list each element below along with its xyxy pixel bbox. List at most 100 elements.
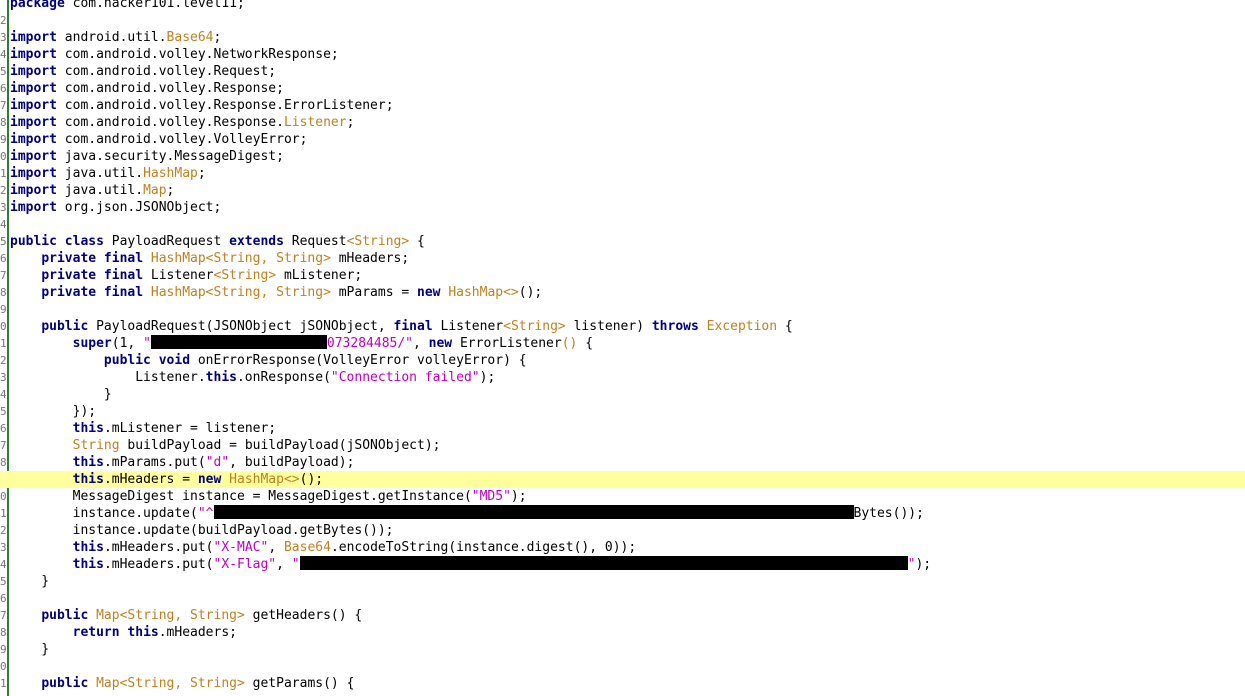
- line-number: 3: [0, 31, 6, 44]
- code-token: mParams =: [330, 285, 417, 300]
- code-line[interactable]: 8 import com.android.volley.Response.List…: [0, 114, 1245, 131]
- code-line[interactable]: 4 }: [0, 386, 1245, 403]
- code-line[interactable]: 6 import com.android.volley.Response;: [0, 80, 1245, 97]
- code-token: "Connection failed": [330, 370, 480, 385]
- line-number: 3: [0, 541, 6, 554]
- code-line[interactable]: package com.hacker101.level11;: [10, 0, 1245, 12]
- code-token: Listener: [143, 268, 214, 283]
- code-line[interactable]: 4 import com.android.volley.NetworkRespon…: [0, 46, 1245, 63]
- code-line[interactable]: 9 import com.android.volley.VolleyError;: [0, 131, 1245, 148]
- code-line[interactable]: 0: [0, 658, 1245, 675]
- redacted-text: [150, 335, 327, 349]
- code-token: Base64: [166, 30, 214, 45]
- code-token: getHeaders() {: [244, 608, 363, 623]
- code-token: <String>: [346, 234, 410, 249]
- line-number: 1: [0, 337, 6, 350]
- code-token: Map: [143, 183, 167, 198]
- code-line[interactable]: 5 import com.android.volley.Request;: [0, 63, 1245, 80]
- code-line[interactable]: 2: [0, 12, 1245, 29]
- code-token: this: [205, 370, 237, 385]
- code-line[interactable]: 6 this.mListener = listener;: [0, 420, 1245, 437]
- code-line[interactable]: 0 public PayloadRequest(JSONObject jSONO…: [0, 318, 1245, 335]
- code-line[interactable]: 3 Listener.this.onResponse("Connection f…: [0, 369, 1245, 386]
- code-token: ,: [276, 557, 292, 572]
- code-token: org.json.JSONObject;: [56, 200, 222, 215]
- code-line[interactable]: 7 public Map<String, String> getHeaders(…: [0, 607, 1245, 624]
- code-line[interactable]: 3 import org.json.JSONObject;: [0, 199, 1245, 216]
- redacted-text: [299, 556, 908, 570]
- code-token: ": [291, 557, 300, 572]
- code-line[interactable]: 5 });: [0, 403, 1245, 420]
- line-number: 7: [0, 99, 6, 112]
- line-number: 6: [0, 82, 6, 95]
- code-token: this: [72, 472, 104, 487]
- code-token: ;: [346, 115, 355, 130]
- code-line[interactable]: 1 super(1, " 073284485/", new ErrorListen…: [0, 335, 1245, 352]
- code-token: "X-MAC": [213, 540, 269, 555]
- line-number: 0: [0, 150, 6, 163]
- code-token: MessageDigest instance = MessageDigest.g…: [10, 489, 472, 504]
- line-number: 7: [0, 269, 6, 282]
- code-line[interactable]: 1 public Map<String, String> getParams()…: [0, 675, 1245, 692]
- code-token: public: [41, 319, 89, 334]
- code-line[interactable]: 9 this.mHeaders = new HashMap<>();: [0, 471, 1245, 488]
- code-token: com.android.volley.Response.ErrorListene…: [56, 98, 394, 113]
- code-line[interactable]: 6: [0, 590, 1245, 607]
- code-line[interactable]: 4 this.mHeaders.put("X-Flag", " ");: [0, 556, 1245, 573]
- code-token: public: [41, 608, 89, 623]
- code-token: com.hacker101.level11;: [64, 0, 245, 11]
- code-line[interactable]: 7 String buildPayload = buildPayload(jSO…: [0, 437, 1245, 454]
- code-line[interactable]: 3 this.mHeaders.put("X-MAC", Base64.enco…: [0, 539, 1245, 556]
- code-token: public void: [103, 353, 191, 368]
- code-line[interactable]: 2 public void onErrorResponse(VolleyErro…: [0, 352, 1245, 369]
- code-token: String: [72, 438, 120, 453]
- code-token: Listener: [432, 319, 504, 334]
- code-line[interactable]: 7 import com.android.volley.Response.Erro…: [0, 97, 1245, 114]
- code-token: java.security.MessageDigest;: [56, 149, 284, 164]
- code-token: .mListener = listener;: [103, 421, 277, 436]
- code-token: ;: [197, 166, 206, 181]
- code-line[interactable]: 7 private final Listener<String> mListen…: [0, 267, 1245, 284]
- code-token: (1,: [111, 336, 144, 351]
- code-line[interactable]: 5 public class PayloadRequest extends Req…: [0, 233, 1245, 250]
- code-line[interactable]: 1 instance.update("^ Bytes());: [0, 505, 1245, 522]
- code-token: private final: [41, 251, 144, 266]
- code-token: import: [10, 64, 57, 79]
- code-line[interactable]: 2 r: [0, 692, 1245, 696]
- code-token: import: [10, 149, 57, 164]
- code-token: mListener;: [276, 268, 363, 283]
- code-token: ;: [213, 30, 222, 45]
- code-line[interactable]: 4: [0, 216, 1245, 233]
- code-line[interactable]: 2 instance.update(buildPayload.getBytes(…: [0, 522, 1245, 539]
- line-number: 4: [0, 388, 6, 401]
- code-line[interactable]: 0 import java.security.MessageDigest;: [0, 148, 1245, 165]
- code-token: .onResponse(: [236, 370, 331, 385]
- code-line[interactable]: 9 }: [0, 641, 1245, 658]
- code-token: import: [10, 47, 57, 62]
- code-token: .encodeToString(instance.digest(), 0));: [330, 540, 637, 555]
- line-number: 0: [0, 320, 6, 333]
- code-token: android.util.: [56, 30, 167, 45]
- code-editor[interactable]: package com.hacker101.level11; 2 3 import …: [0, 0, 1245, 696]
- code-line[interactable]: 8 return this.mHeaders;: [0, 624, 1245, 641]
- code-token: "X-Flag": [213, 557, 277, 572]
- code-line[interactable]: 9: [0, 301, 1245, 318]
- code-line[interactable]: 8 this.mParams.put("d", buildPayload);: [0, 454, 1245, 471]
- code-token: PayloadRequest(JSONObject jSONObject,: [88, 319, 394, 334]
- code-line[interactable]: 8 private final HashMap<String, String> …: [0, 284, 1245, 301]
- code-line[interactable]: 3 import android.util.Base64;: [0, 29, 1245, 46]
- code-line[interactable]: 5 }: [0, 573, 1245, 590]
- code-line[interactable]: 6 private final HashMap<String, String> …: [0, 250, 1245, 267]
- line-number: 5: [0, 575, 6, 588]
- code-token: Listener: [283, 115, 347, 130]
- code-token: .mHeaders.put(: [103, 557, 214, 572]
- code-line[interactable]: 0 MessageDigest instance = MessageDigest…: [0, 488, 1245, 505]
- code-token: import: [10, 200, 57, 215]
- code-area[interactable]: package com.hacker101.level11; 2 3 import …: [0, 0, 1245, 696]
- line-number: 6: [0, 252, 6, 265]
- code-line[interactable]: 2 import java.util.Map;: [0, 182, 1245, 199]
- code-line[interactable]: 1 import java.util.HashMap;: [0, 165, 1245, 182]
